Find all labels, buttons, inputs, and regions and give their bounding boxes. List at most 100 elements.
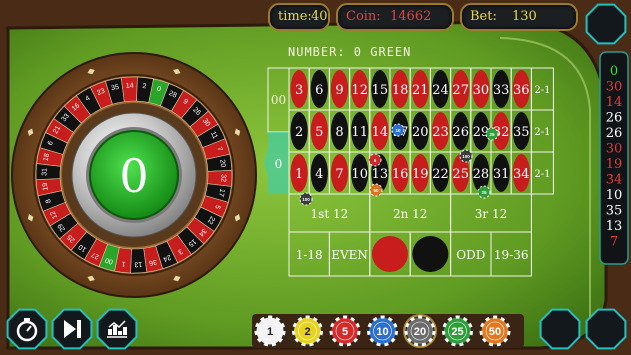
placed-chip-label: 100 xyxy=(462,154,470,159)
bet-label: Bet: xyxy=(470,9,497,24)
chip-10[interactable]: 10 xyxy=(367,315,398,347)
control-buttons xyxy=(6,308,138,350)
number-label: 8 xyxy=(335,125,343,140)
number-label: 26 xyxy=(452,125,469,140)
number-result-line: NUMBER: 0 GREEN xyxy=(288,45,411,59)
number-label: 28 xyxy=(473,167,490,182)
time-display: time: 40 xyxy=(268,3,330,31)
chip-50[interactable]: 50 xyxy=(479,315,511,347)
placed-chip-label: 10 xyxy=(395,128,401,133)
history-number: 14 xyxy=(606,95,623,110)
number-label: 11 xyxy=(351,125,368,140)
number-label: 15 xyxy=(372,83,389,98)
history-number: 26 xyxy=(606,126,623,141)
red-bet-circle xyxy=(372,236,408,272)
roulette-stage: 0289263011720321752234153243613100271025… xyxy=(0,0,631,355)
number-label: 20 xyxy=(412,125,429,140)
chip-1[interactable]: 1 xyxy=(254,315,286,347)
bet-value: 130 xyxy=(512,9,537,24)
number-label: 30 xyxy=(473,83,490,98)
result-number: 0 xyxy=(119,149,148,203)
history-number: 19 xyxy=(606,157,623,172)
outside-bet-label: 1-18 xyxy=(296,248,323,262)
outside-bet-label: EVEN xyxy=(331,248,368,262)
black-bet-circle xyxy=(412,236,449,272)
outside-bet-label: 19-36 xyxy=(494,248,529,262)
number-label: 5 xyxy=(315,125,323,140)
coin-display: Coin: 14662 xyxy=(336,3,454,31)
chip-value: 20 xyxy=(414,326,426,338)
chip-rack: 1 2 5 10 20 25 50 xyxy=(252,314,524,348)
number-label: 34 xyxy=(513,167,530,182)
time-label: time: xyxy=(278,9,312,24)
history-number: 7 xyxy=(610,235,618,250)
play-pause-button[interactable] xyxy=(51,308,93,350)
wheel-pocket-number: 20 xyxy=(218,159,226,168)
number-label: 31 xyxy=(493,167,510,182)
chip-value: 1 xyxy=(267,326,273,338)
column-bet-label: 2-1 xyxy=(534,169,550,180)
number-label: 10 xyxy=(351,167,368,182)
time-value: 40 xyxy=(311,9,328,24)
stats-button[interactable] xyxy=(96,308,138,350)
history-number: 0 xyxy=(610,64,618,79)
history-number: 26 xyxy=(606,111,623,126)
number-label: 2 xyxy=(295,125,303,140)
outside-bet-label: ODD xyxy=(456,248,485,262)
number-label: 36 xyxy=(513,83,530,98)
number-label: 25 xyxy=(452,167,469,182)
history-list: 0301426263019341035137 xyxy=(606,64,623,250)
chip-5[interactable]: 5 xyxy=(329,315,361,347)
double-zero-label: 00 xyxy=(271,93,286,107)
placed-chip-label: 100 xyxy=(302,197,310,202)
placed-chip-label: 25 xyxy=(489,132,495,137)
chip-20[interactable]: 20 xyxy=(403,314,437,348)
number-label: 12 xyxy=(351,83,368,98)
placed-chip-label: 50 xyxy=(373,188,379,193)
wheel-pocket-number: 31 xyxy=(41,168,48,176)
number-label: 9 xyxy=(335,83,343,98)
clear-button[interactable] xyxy=(539,308,581,350)
wheel-pocket-number: 13 xyxy=(134,260,142,267)
chip-value: 25 xyxy=(451,326,463,338)
menu-button[interactable] xyxy=(585,3,627,45)
number-label: 27 xyxy=(452,83,469,98)
number-label: 21 xyxy=(412,83,429,98)
number-label: 4 xyxy=(315,167,323,182)
number-label: 6 xyxy=(315,83,323,98)
number-label: 22 xyxy=(432,167,449,182)
chip-value: 2 xyxy=(304,326,310,338)
number-label: 7 xyxy=(335,167,343,182)
history-number: 13 xyxy=(606,219,623,234)
number-label: 35 xyxy=(513,125,530,140)
number-label: 23 xyxy=(432,125,449,140)
placed-chip-label: 25 xyxy=(481,190,487,195)
dozen-bet-label: 3r 12 xyxy=(475,207,507,221)
bet-display: Bet: 130 xyxy=(460,3,578,31)
number-label: 14 xyxy=(372,125,389,140)
history-number: 30 xyxy=(606,80,623,95)
chip-2[interactable]: 2 xyxy=(292,315,323,347)
number-label: 18 xyxy=(392,83,409,98)
wheel-pocket-number: 14 xyxy=(126,82,134,89)
number-label: 33 xyxy=(493,83,510,98)
number-label: 19 xyxy=(412,167,429,182)
number-label: 1 xyxy=(295,167,303,182)
coin-value: 14662 xyxy=(390,9,432,24)
number-label: 3 xyxy=(295,83,303,98)
history-number: 10 xyxy=(606,188,623,203)
spin-button[interactable] xyxy=(585,308,627,350)
column-bet-label: 2-1 xyxy=(534,127,550,138)
chip-value: 10 xyxy=(376,326,388,338)
history-number: 30 xyxy=(606,142,623,157)
wheel-pocket-number: 19 xyxy=(42,182,50,191)
coin-label: Coin: xyxy=(346,9,381,24)
history-number: 34 xyxy=(606,173,623,188)
timer-button[interactable] xyxy=(6,308,48,350)
roulette-wheel: 0289263011720321752234153243613100271025… xyxy=(11,52,257,298)
number-label: 24 xyxy=(432,83,449,98)
chip-25[interactable]: 25 xyxy=(442,315,473,347)
number-label: 16 xyxy=(392,167,409,182)
chip-value: 5 xyxy=(342,326,348,338)
wheel-pocket-number: 32 xyxy=(219,174,226,182)
